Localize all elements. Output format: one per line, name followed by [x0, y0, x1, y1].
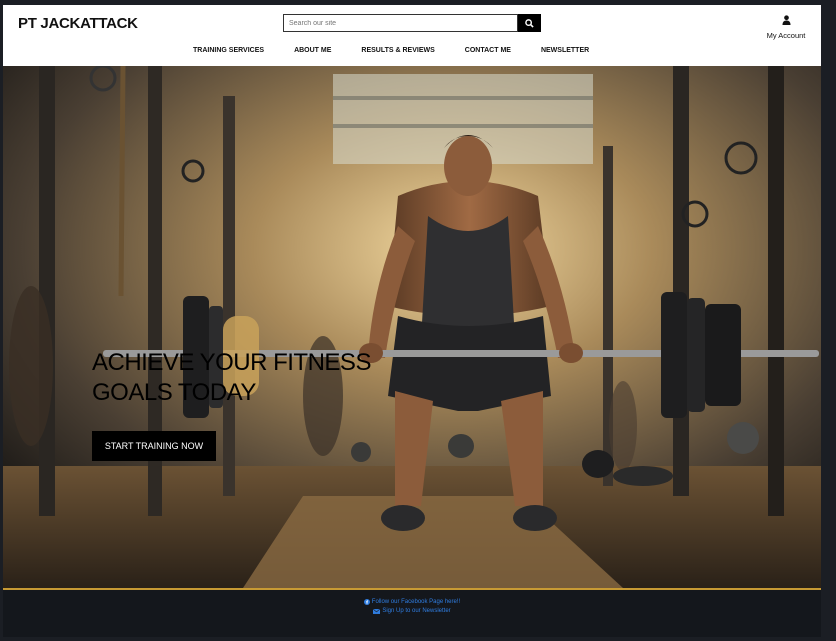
start-training-button[interactable]: START TRAINING NOW	[92, 431, 216, 461]
hero-headline-line2: GOALS TODAY	[92, 379, 256, 406]
facebook-link[interactable]: Follow our Facebook Page here!!	[3, 599, 821, 605]
hero-image	[3, 66, 821, 588]
search-icon	[525, 18, 534, 28]
hero-headline-line1: ACHIEVE YOUR FITNESS	[92, 349, 371, 376]
newsletter-link-label: Sign Up to our Newsletter	[382, 608, 451, 614]
account-link[interactable]: My Account	[763, 12, 809, 40]
page-frame: PT JACKATTACK My Account TRAINING SERVIC…	[3, 5, 821, 637]
site-footer: Follow our Facebook Page here!! Sign Up …	[3, 590, 821, 637]
newsletter-link[interactable]: Sign Up to our Newsletter	[3, 608, 821, 614]
main-nav: TRAINING SERVICES ABOUT ME RESULTS & REV…	[193, 47, 619, 59]
search-bar	[283, 14, 541, 32]
site-logo[interactable]: PT JACKATTACK	[18, 15, 138, 32]
hero-headline: ACHIEVE YOUR FITNESS GOALS TODAY	[92, 348, 422, 408]
nav-contact-me[interactable]: CONTACT ME	[465, 47, 511, 59]
facebook-icon	[363, 599, 370, 605]
search-button[interactable]	[518, 14, 541, 32]
nav-about-me[interactable]: ABOUT ME	[294, 47, 331, 59]
envelope-icon	[373, 608, 381, 614]
account-label: My Account	[766, 31, 806, 40]
search-input[interactable]	[283, 14, 518, 32]
user-icon	[781, 15, 791, 25]
nav-results-reviews[interactable]: RESULTS & REVIEWS	[361, 47, 434, 59]
facebook-link-label: Follow our Facebook Page here!!	[371, 599, 461, 605]
nav-training-services[interactable]: TRAINING SERVICES	[193, 47, 264, 59]
site-header: PT JACKATTACK My Account TRAINING SERVIC…	[3, 5, 821, 66]
nav-newsletter[interactable]: NEWSLETTER	[541, 47, 589, 59]
hero-section: ACHIEVE YOUR FITNESS GOALS TODAY START T…	[3, 66, 821, 588]
